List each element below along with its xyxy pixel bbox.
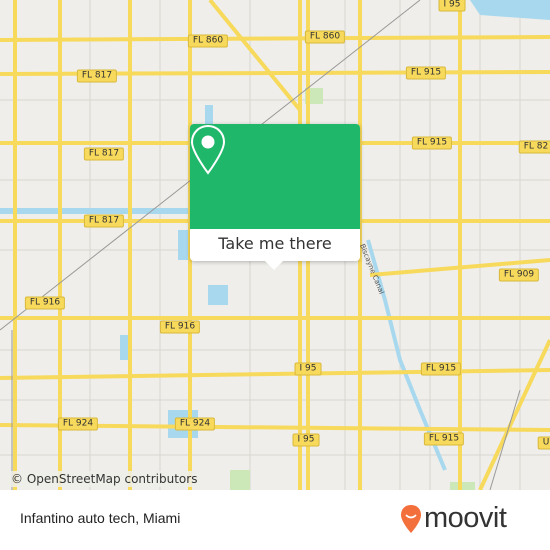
- moovit-pin-icon: [401, 504, 421, 533]
- road-shield: FL 924: [57, 417, 99, 431]
- road-shield: FL 915: [405, 66, 447, 80]
- road-shield: FL 915: [423, 432, 465, 446]
- road-shield: FL 915: [420, 362, 462, 376]
- road-shield: FL 924: [174, 417, 216, 431]
- road-shield: FL 860: [187, 34, 229, 48]
- location-pin-icon: [190, 124, 226, 175]
- road-shield: FL 817: [83, 147, 125, 161]
- take-me-there-button[interactable]: Take me there: [190, 229, 360, 261]
- road-shield: U: [537, 436, 550, 450]
- moovit-logo[interactable]: moovit: [400, 502, 507, 535]
- road-shield: I 95: [438, 0, 466, 12]
- road-shield: FL 916: [24, 296, 66, 310]
- road-shield: I 95: [294, 362, 322, 376]
- road-shield: FL 915: [411, 136, 453, 150]
- brand-name: moovit: [424, 502, 507, 534]
- footer: Infantino auto tech, Miami moovit: [0, 490, 550, 550]
- road-shield: FL 82: [518, 140, 550, 154]
- road-shield: FL 860: [304, 30, 346, 44]
- place-name: Infantino auto tech, Miami: [20, 510, 181, 526]
- road-shield: FL 909: [498, 268, 540, 282]
- road-shield: FL 817: [83, 214, 125, 228]
- popup-header[interactable]: [190, 124, 360, 229]
- popup-tail: [265, 261, 283, 270]
- map-attribution[interactable]: © OpenStreetMap contributors: [8, 471, 201, 487]
- road-shield: FL 916: [159, 320, 201, 334]
- take-me-there-popup[interactable]: Take me there: [190, 124, 360, 270]
- road-shield: FL 817: [76, 69, 118, 83]
- map[interactable]: FL 860 FL 860 I 95 FL 817 FL 915 FL 817 FL 915…: [0, 0, 550, 490]
- road-shield: I 95: [292, 433, 320, 447]
